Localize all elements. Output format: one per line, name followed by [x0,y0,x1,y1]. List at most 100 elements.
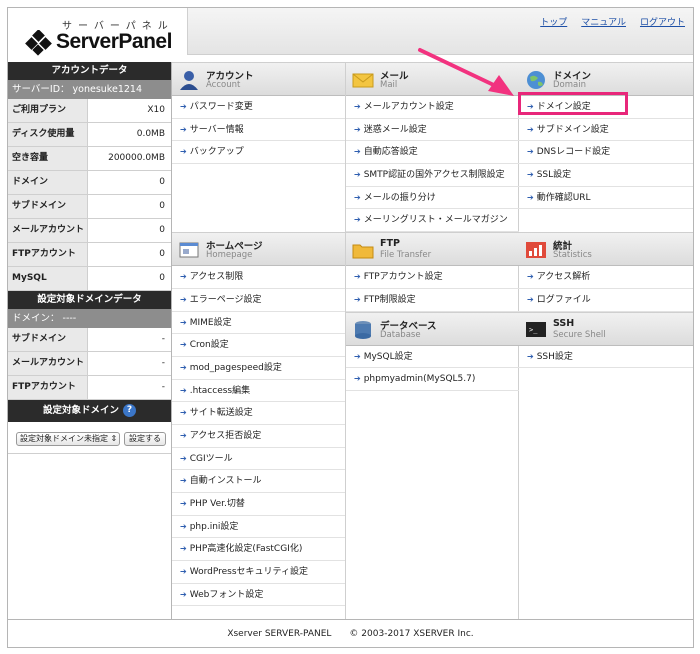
empty-row [172,187,345,210]
svg-text:>_: >_ [529,326,538,334]
menu-item-account[interactable]: ➔ パスワード変更 [172,96,345,119]
arrow-icon: ➔ [180,499,187,508]
section-subtitle: Statistics [553,250,592,261]
section-title: FTP [380,238,400,250]
menu-item-mail[interactable]: ➔ 迷惑メール設定 [346,119,519,142]
menu-item-database[interactable]: ➔ MySQL設定 [346,346,519,369]
menu-item-mail[interactable]: ➔ メールアカウント設定 [346,96,519,119]
sidebar-row-value: 0 [88,195,171,218]
arrow-icon: ➔ [527,147,534,157]
menu-item-label: 動作確認URL [536,192,591,203]
section-homepage: ホームページ Homepage ➔ アクセス制限 ➔ エラーページ設定 ➔ MIME設定 ➔ Cr… [172,232,345,607]
menu-item-homepage[interactable]: ➔ PHP Ver.切替 [172,493,345,516]
sidebar-row-key: FTPアカウント [8,243,88,266]
menu-item-homepage[interactable]: ➔ PHP高速化設定(FastCGI化) [172,538,345,562]
menu-item-mail[interactable]: ➔ メーリングリスト・メールマガジン [346,209,519,233]
menu-item-homepage[interactable]: ➔ php.ini設定 [172,516,345,539]
help-icon[interactable]: ? [123,404,136,417]
sidebar-row-value: - [88,352,171,375]
menu-item-mail[interactable]: ➔ 自動応答設定 [346,141,519,165]
menu-item-label: 迷惑メール設定 [363,124,427,135]
menu-item-label: サイト転送設定 [189,408,253,419]
domain-select-area: 設定対象ドメイン未指定 ⇕ 設定する [8,422,171,454]
menu-item-homepage[interactable]: ➔ Cron設定 [172,334,345,357]
menu-item-label: .htaccess編集 [189,385,251,396]
sidebar-row-value: 0 [88,171,171,194]
arrow-icon: ➔ [180,544,187,554]
section-ftp: FTP File Transfer ➔ FTPアカウント設定 ➔ FTP制限設定 [346,232,519,312]
menu-item-domain[interactable]: ➔ DNSレコード設定 [519,141,693,165]
menu-item-homepage[interactable]: ➔ エラーページ設定 [172,289,345,312]
section-subtitle: Homepage [206,250,253,261]
menu-item-ftp[interactable]: ➔ FTP制限設定 [346,289,519,312]
arrow-icon: ➔ [527,294,534,304]
menu-item-homepage[interactable]: ➔ アクセス制限 [172,266,345,289]
section-mail: メール Mail ➔ メールアカウント設定 ➔ 迷惑メール設定 ➔ 自動応答設定 ➔ SMTP認証… [346,62,519,233]
menu-item-homepage[interactable]: ➔ MIME設定 [172,312,345,335]
sidebar-row-key: ドメイン [8,171,88,194]
logo[interactable]: サーバーパネル ServerPanel [8,8,187,62]
menu-item-homepage[interactable]: ➔ アクセス拒否設定 [172,425,345,448]
account-data-title: アカウントデータ [8,62,171,80]
arrow-icon: ➔ [180,408,187,418]
sidebar-row: サブドメイン 0 [8,195,171,219]
sidebar-row-key: 空き容量 [8,147,88,170]
menu-item-domain[interactable]: ➔ SSL設定 [519,164,693,187]
menu-item-domain[interactable]: ➔ 動作確認URL [519,187,693,210]
section-header-ssh: >_ SSH Secure Shell [519,311,693,346]
section-header-ftp: FTP File Transfer [346,232,519,267]
menu-item-account[interactable]: ➔ サーバー情報 [172,119,345,142]
menu-item-mail[interactable]: ➔ SMTP認証の国外アクセス制限設定 [346,164,519,187]
sidebar-row-value: 0.0MB [88,123,171,146]
ssh-icon: >_ [525,320,547,340]
menu-item-homepage[interactable]: ➔ .htaccess編集 [172,380,345,403]
domain-select[interactable]: 設定対象ドメイン未指定 ⇕ [16,432,120,446]
mail-icon [352,70,374,90]
arrow-icon: ➔ [354,351,361,361]
homepage-icon [178,240,200,260]
menu-item-stats[interactable]: ➔ ログファイル [519,289,693,312]
menu-item-homepage[interactable]: ➔ mod_pagespeed設定 [172,357,345,380]
arrow-icon: ➔ [180,385,187,395]
database-icon [352,320,374,340]
sidebar-row-key: MySQL [8,267,88,290]
menu-item-homepage[interactable]: ➔ サイト転送設定 [172,402,345,425]
menu-item-label: アクセス拒否設定 [189,430,262,441]
section-domain: ドメイン Domain ➔ ドメイン設定 ➔ サブドメイン設定 ➔ DNSレコード設定 ➔ SSL… [519,62,693,232]
menu-item-domain[interactable]: ➔ サブドメイン設定 [519,119,693,142]
menu-item-account[interactable]: ➔ バックアップ [172,141,345,165]
menu-item-label: メールアカウント設定 [363,102,454,112]
empty-row [172,209,345,232]
sidebar-row: ご利用プラン X10 [8,99,171,123]
sidebar-row: メールアカウント 0 [8,219,171,243]
menu-item-label: アクセス解析 [536,272,591,283]
menu-item-homepage[interactable]: ➔ 自動インストール [172,470,345,493]
link-logout[interactable]: ログアウト [640,15,685,28]
section-subtitle: File Transfer [380,250,432,261]
menu-item-ssh[interactable]: ➔ SSH設定 [519,346,693,369]
menu-item-label: メーリングリスト・メールマガジン [363,215,508,226]
link-top[interactable]: トップ [540,15,567,28]
link-manual[interactable]: マニュアル [581,15,626,28]
menu-item-mail[interactable]: ➔ メールの振り分け [346,187,519,210]
menu-item-label: アクセス制限 [189,272,244,283]
menu-item-homepage[interactable]: ➔ WordPressセキュリティ設定 [172,561,345,584]
domain-submit-button[interactable]: 設定する [124,432,166,446]
menu-item-label: PHP高速化設定(FastCGI化) [189,544,303,555]
section-database: データベース Database ➔ MySQL設定 ➔ phpmyadmin(MySQL5… [346,311,519,391]
menu-item-homepage[interactable]: ➔ CGIツール [172,448,345,471]
arrow-icon: ➔ [354,374,361,384]
menu-item-homepage[interactable]: ➔ Webフォント設定 [172,584,345,607]
menu-item-label: DNSレコード設定 [536,147,611,158]
arrow-icon: ➔ [180,272,187,282]
menu-item-ftp[interactable]: ➔ FTPアカウント設定 [346,266,519,289]
menu-item-label: WordPressセキュリティ設定 [189,567,308,578]
menu-item-label: FTPアカウント設定 [363,272,443,283]
menu-item-stats[interactable]: ➔ アクセス解析 [519,266,693,289]
arrow-icon: ➔ [180,340,187,350]
sidebar-row-key: メールアカウント [8,352,88,375]
empty-row [172,164,345,187]
menu-item-label: 自動応答設定 [363,147,418,158]
menu-item-database[interactable]: ➔ phpmyadmin(MySQL5.7) [346,368,519,391]
target-domain-label: 設定対象ドメイン [42,405,119,416]
